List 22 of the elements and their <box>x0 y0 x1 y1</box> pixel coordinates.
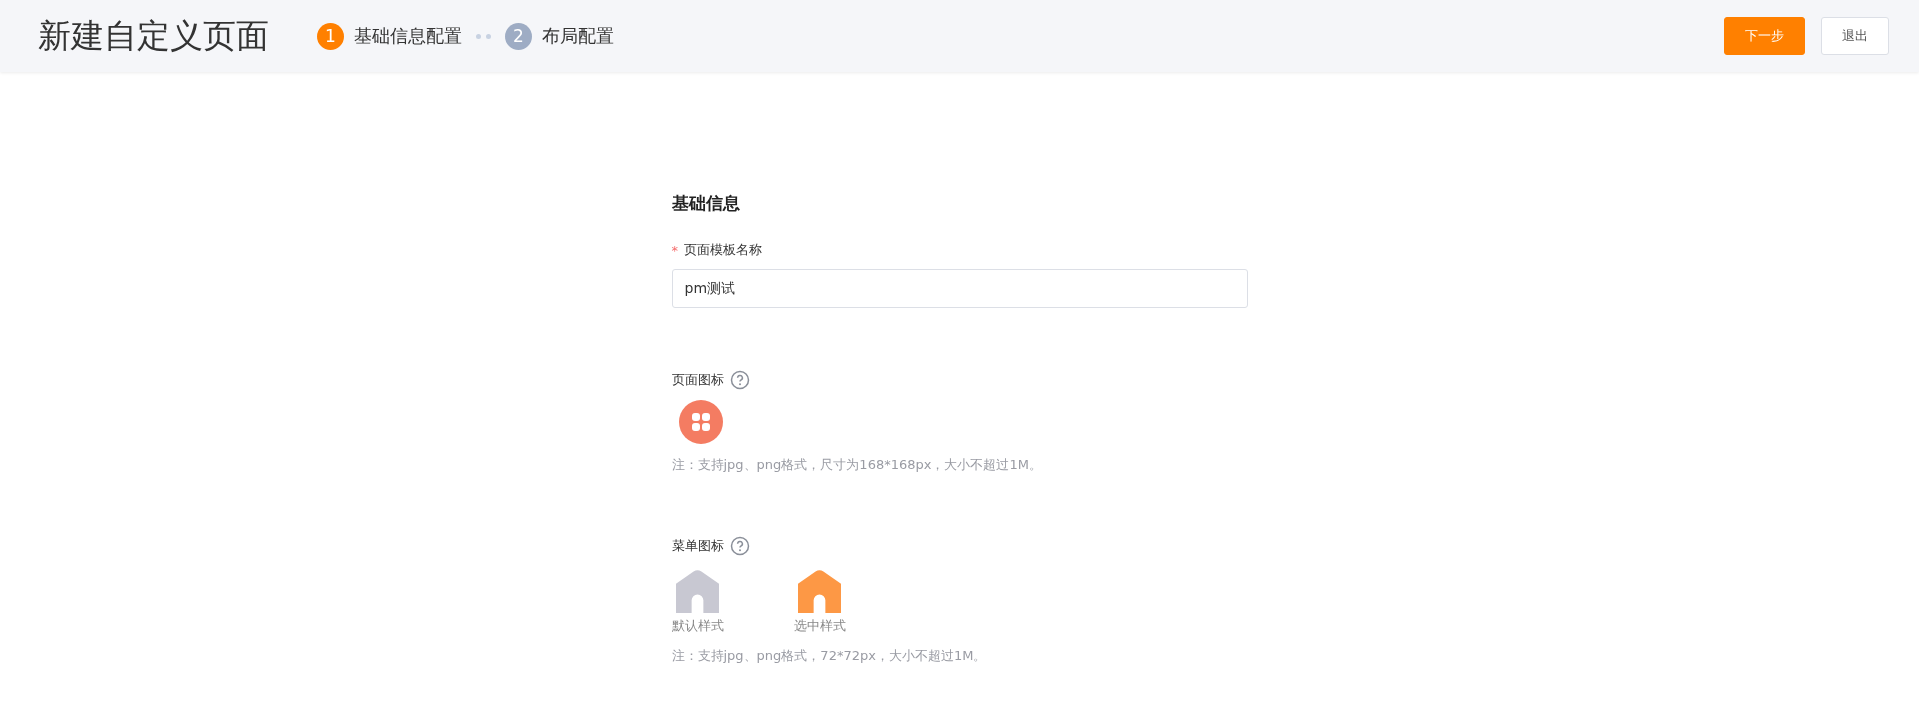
field-label: 页面模板名称 <box>684 241 762 259</box>
step-number: 1 <box>317 22 344 50</box>
field-label: 菜单图标 <box>671 537 724 555</box>
help-icon[interactable] <box>729 536 750 556</box>
help-icon[interactable] <box>729 370 750 390</box>
step-number: 2 <box>505 22 532 50</box>
page-title: 新建自定义页面 <box>38 14 269 57</box>
step-label: 布局配置 <box>542 24 614 48</box>
name-input-field[interactable]: pm测试 <box>671 269 1248 308</box>
format-note: 注：支持jpg、png格式，尺寸为168*168px，大小不超过1M。 <box>671 456 1042 474</box>
step-connector-dots <box>476 33 491 39</box>
format-note: 注：支持jpg、png格式，72*72px，大小不超过1M。 <box>671 647 987 665</box>
house-icon[interactable] <box>676 570 719 613</box>
step-label: 基础信息配置 <box>354 24 462 48</box>
field-label: 页面图标 <box>671 371 724 389</box>
section-title: 基础信息 <box>671 192 740 215</box>
required-asterisk: * <box>671 242 678 258</box>
house-icon[interactable] <box>798 570 841 613</box>
style-label: 默认样式 <box>671 617 724 635</box>
exit-button[interactable]: 退出 <box>1821 17 1889 55</box>
page-icon-preview[interactable] <box>678 400 723 444</box>
style-label: 选中样式 <box>793 617 846 635</box>
